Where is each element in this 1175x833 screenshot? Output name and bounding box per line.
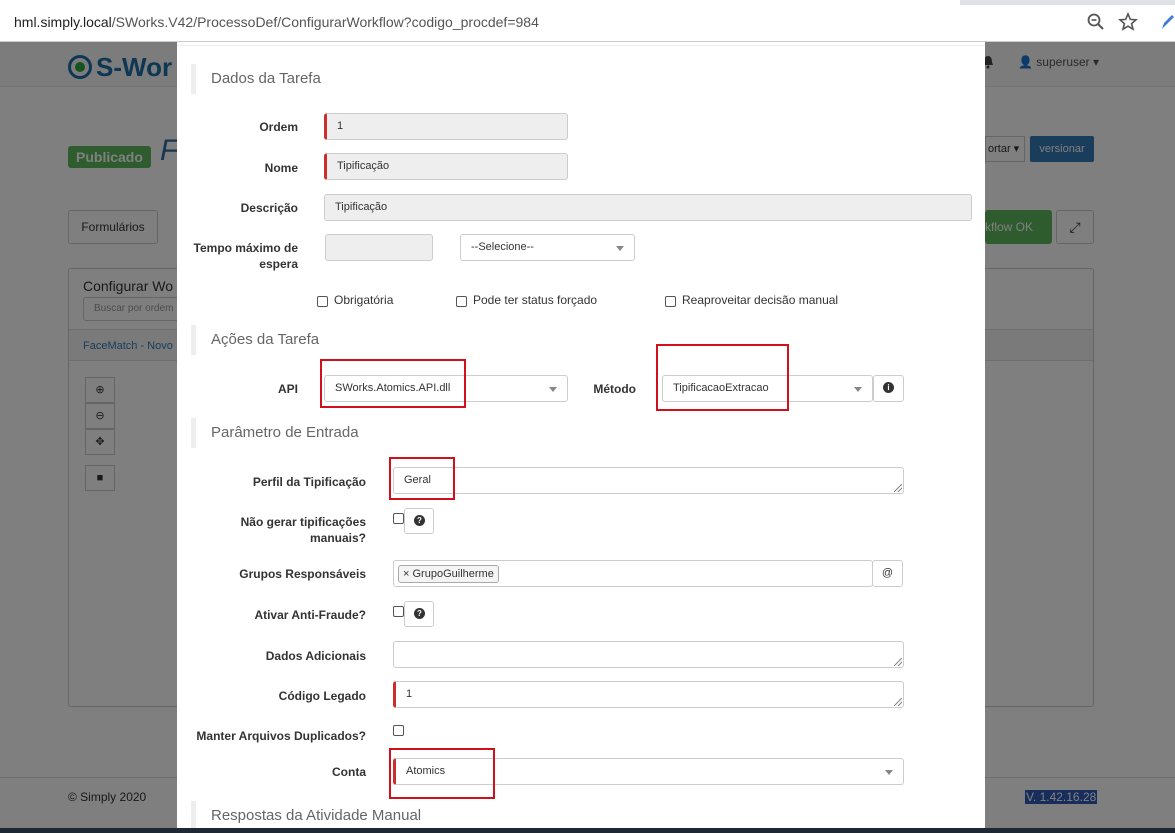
metodo-info-button[interactable]: i [873,375,904,402]
dados-adicionais-label: Dados Adicionais [265,649,366,663]
dados-adicionais-textarea[interactable] [393,641,904,668]
status-forcado-label: Pode ter status forçado [473,293,598,307]
modal-top-divider [177,42,985,46]
antifraude-help-button[interactable]: ? [404,601,434,627]
url-text[interactable]: hml.simply.local/SWorks.V42/ProcessoDef/… [14,14,539,30]
nao-gerar-line1: Não gerar tipificações [240,515,366,529]
tempo-espera-input[interactable] [325,234,433,261]
metodo-highlight-box [656,344,789,411]
task-config-modal: Dados da Tarefa Ordem 1 Nome Tipificação… [177,42,985,833]
address-bar[interactable]: hml.simply.local/SWorks.V42/ProcessoDef/… [0,5,1175,42]
info-icon: i [883,382,894,393]
nome-field[interactable]: Tipificação [324,153,568,180]
antifraude-label: Ativar Anti-Fraude? [254,608,366,622]
tempo-label-line2: espera [259,257,298,271]
ordem-field[interactable]: 1 [324,113,568,140]
perfil-highlight-box [389,457,455,500]
codigo-legado-label: Código Legado [278,689,366,703]
tempo-espera-label: Tempo máximo de espera [177,240,298,272]
bookmark-star-icon[interactable] [1118,12,1138,32]
grupos-label: Grupos Responsáveis [239,567,366,581]
obrigatoria-label: Obrigatória [334,293,394,307]
section-dados-tarefa: Dados da Tarefa [191,64,321,94]
api-highlight-box [320,359,466,408]
extension-pen-icon[interactable] [1158,13,1175,31]
tempo-label-line1: Tempo máximo de [193,241,298,255]
perfil-label: Perfil da Tipificação [252,475,366,489]
codigo-legado-textarea[interactable]: 1 [393,681,904,708]
antifraude-checkbox[interactable] [393,606,404,617]
manter-arquivos-checkbox[interactable] [393,725,404,736]
taskbar-edge [0,828,1175,833]
at-mention-button[interactable]: @ [872,560,903,587]
question-icon: ? [414,515,425,526]
perfil-textarea[interactable]: Geral [393,467,904,494]
group-tag[interactable]: × GrupoGuilherme [398,565,499,583]
tempo-select-value: --Selecione-- [471,241,534,253]
ordem-label: Ordem [259,120,298,134]
tag-remove-icon[interactable]: × [403,568,409,580]
descricao-field[interactable]: Tipificação [324,194,972,221]
conta-label: Conta [332,765,366,779]
chevron-down-icon [854,386,862,392]
resize-handle-icon[interactable] [894,484,902,492]
reaproveitar-label: Reaproveitar decisão manual [682,293,839,307]
chevron-down-icon [549,386,557,392]
nao-gerar-help-button[interactable]: ? [404,508,434,534]
chevron-down-icon [616,245,624,251]
question-icon: ? [414,608,425,619]
section-parametro-entrada: Parâmetro de Entrada [191,418,359,448]
nao-gerar-checkbox[interactable] [393,513,404,524]
obrigatoria-checkbox[interactable] [317,296,328,307]
url-path: /SWorks.V42/ProcessoDef/ConfigurarWorkfl… [111,14,539,30]
nao-gerar-line2: manuais? [309,531,366,545]
tempo-unidade-select[interactable]: --Selecione-- [460,234,635,261]
nao-gerar-label: Não gerar tipificações manuais? [177,514,366,546]
grupos-select[interactable]: × GrupoGuilherme [393,560,873,587]
codigo-legado-value: 1 [406,688,413,700]
resize-handle-icon[interactable] [894,658,902,666]
nome-label: Nome [264,161,298,175]
section-acoes-tarefa: Ações da Tarefa [191,325,319,355]
descricao-label: Descrição [240,201,298,215]
group-tag-label: GrupoGuilherme [412,568,494,580]
reaproveitar-checkbox[interactable] [665,296,676,307]
manter-arquivos-label: Manter Arquivos Duplicados? [196,729,366,743]
zoom-icon[interactable] [1086,12,1106,32]
chevron-down-icon [885,769,893,775]
resize-handle-icon[interactable] [894,698,902,706]
conta-highlight-box [389,748,495,799]
section-respostas-atividade: Respostas da Atividade Manual [191,801,421,831]
api-label: API [277,382,298,396]
status-forcado-checkbox[interactable] [456,296,467,307]
url-host: hml.simply.local [14,14,112,30]
metodo-label: Método [593,382,636,396]
